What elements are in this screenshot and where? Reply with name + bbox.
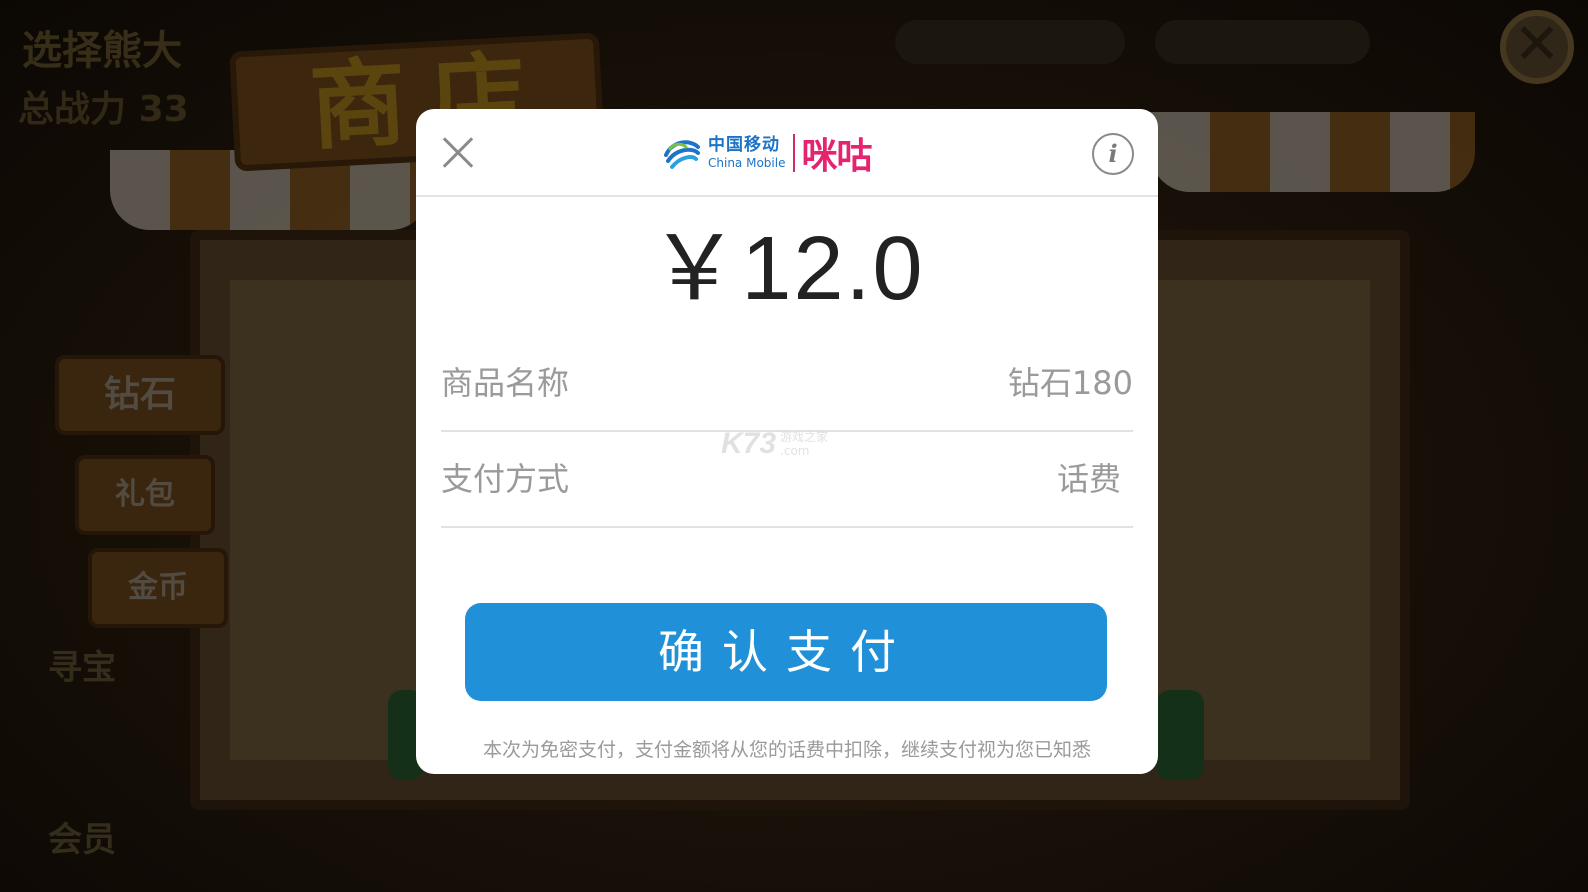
- payment-method-label: 支付方式: [441, 460, 570, 498]
- payment-amount: ￥12.0: [649, 219, 925, 319]
- product-name-row: 商品名称 钻石180: [441, 334, 1133, 432]
- payment-method-value: 话费: [1056, 460, 1121, 498]
- brand-divider: [793, 134, 796, 172]
- product-name-value: 钻石180: [1007, 364, 1133, 402]
- product-name-label: 商品名称: [441, 364, 570, 402]
- china-mobile-logo-icon: [664, 140, 700, 169]
- payment-notice: 本次为免密支付，支付金额将从您的话费中扣除，继续支付视为您已知悉: [482, 739, 1091, 761]
- dialog-header: 中国移动 China Mobile 咪咕 i: [416, 109, 1158, 197]
- brand-cn-text: 中国移动: [708, 135, 780, 155]
- brand-en-text: China Mobile: [708, 156, 786, 170]
- payment-dialog: 中国移动 China Mobile 咪咕 i ￥12.0 商品名称 钻石180 …: [416, 109, 1158, 774]
- confirm-payment-button[interactable]: 确认支付: [465, 603, 1107, 701]
- payment-method-row: 支付方式 话费: [441, 430, 1133, 528]
- info-icon[interactable]: i: [1092, 133, 1134, 175]
- migu-logo-text: 咪咕: [801, 136, 872, 177]
- close-icon[interactable]: [436, 131, 480, 175]
- brand-logo: 中国移动 China Mobile 咪咕: [662, 129, 872, 177]
